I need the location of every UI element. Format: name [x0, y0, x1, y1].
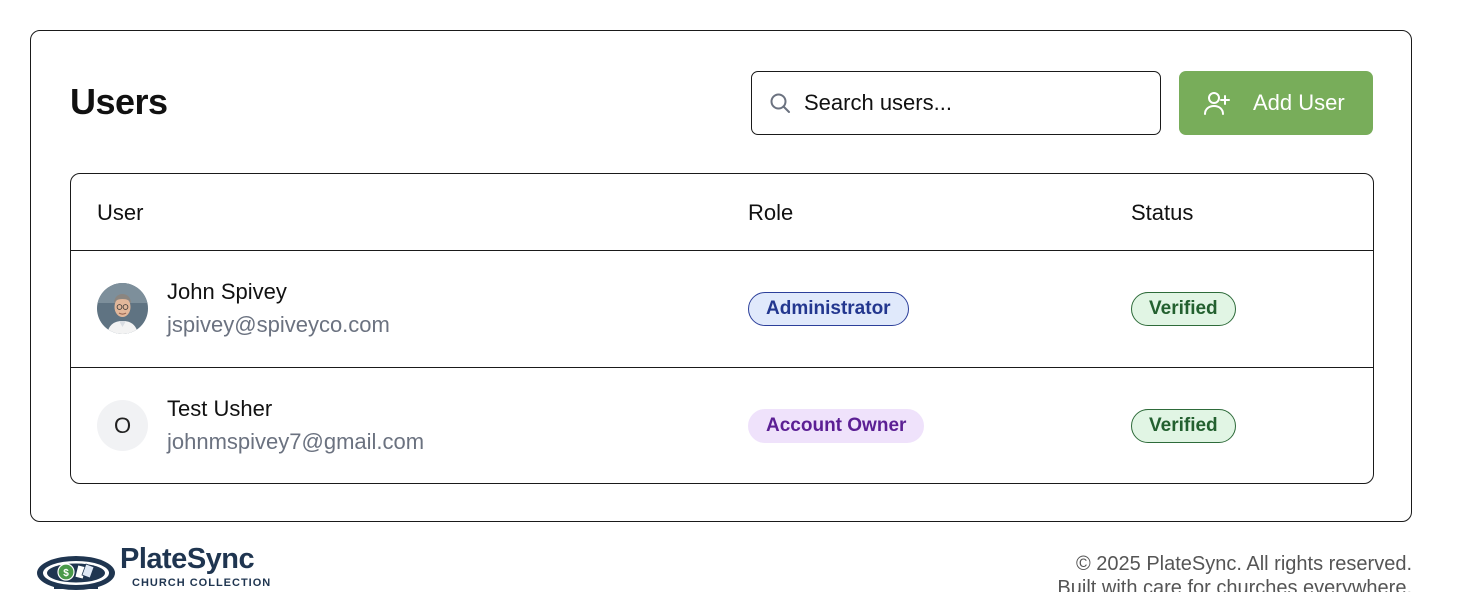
user-name: Test Usher	[167, 396, 273, 421]
user-name: John Spivey	[167, 279, 287, 304]
role-badge: Account Owner	[748, 409, 925, 443]
user-plus-icon	[1203, 89, 1231, 117]
svg-text:$: $	[63, 568, 69, 579]
column-header-user[interactable]: User	[97, 200, 143, 226]
table-row[interactable]: John Spivey jspivey@spiveyco.com Adminis…	[71, 251, 1373, 367]
search-box[interactable]	[751, 71, 1161, 135]
user-email: jspivey@spiveyco.com	[167, 312, 390, 337]
users-card: Users Add User User Role Status	[30, 30, 1412, 522]
user-email: johnmspivey7@gmail.com	[167, 429, 425, 454]
table-row[interactable]: O Test Usher johnmspivey7@gmail.com Acco…	[71, 367, 1373, 483]
footer-tagline: Built with care for churches everywhere.	[1057, 577, 1412, 592]
status-badge: Verified	[1131, 292, 1236, 326]
avatar	[97, 283, 148, 334]
status-badge: Verified	[1131, 409, 1236, 443]
add-user-label: Add User	[1253, 90, 1345, 115]
role-badge: Administrator	[748, 292, 909, 326]
add-user-button[interactable]: Add User	[1179, 71, 1373, 135]
page-title: Users	[70, 81, 168, 122]
brand-subtitle: CHURCH COLLECTION	[132, 577, 272, 589]
copyright-text: © 2025 PlateSync. All rights reserved.	[1075, 553, 1412, 575]
brand-name: PlateSync	[120, 543, 255, 575]
column-header-role[interactable]: Role	[748, 200, 793, 226]
users-table: User Role Status John Spivey jspivey@spi…	[70, 173, 1374, 484]
column-header-status[interactable]: Status	[1131, 200, 1193, 226]
search-input[interactable]	[804, 90, 1144, 116]
search-icon	[770, 93, 790, 113]
avatar: O	[97, 400, 148, 451]
table-header: User Role Status	[71, 174, 1373, 251]
